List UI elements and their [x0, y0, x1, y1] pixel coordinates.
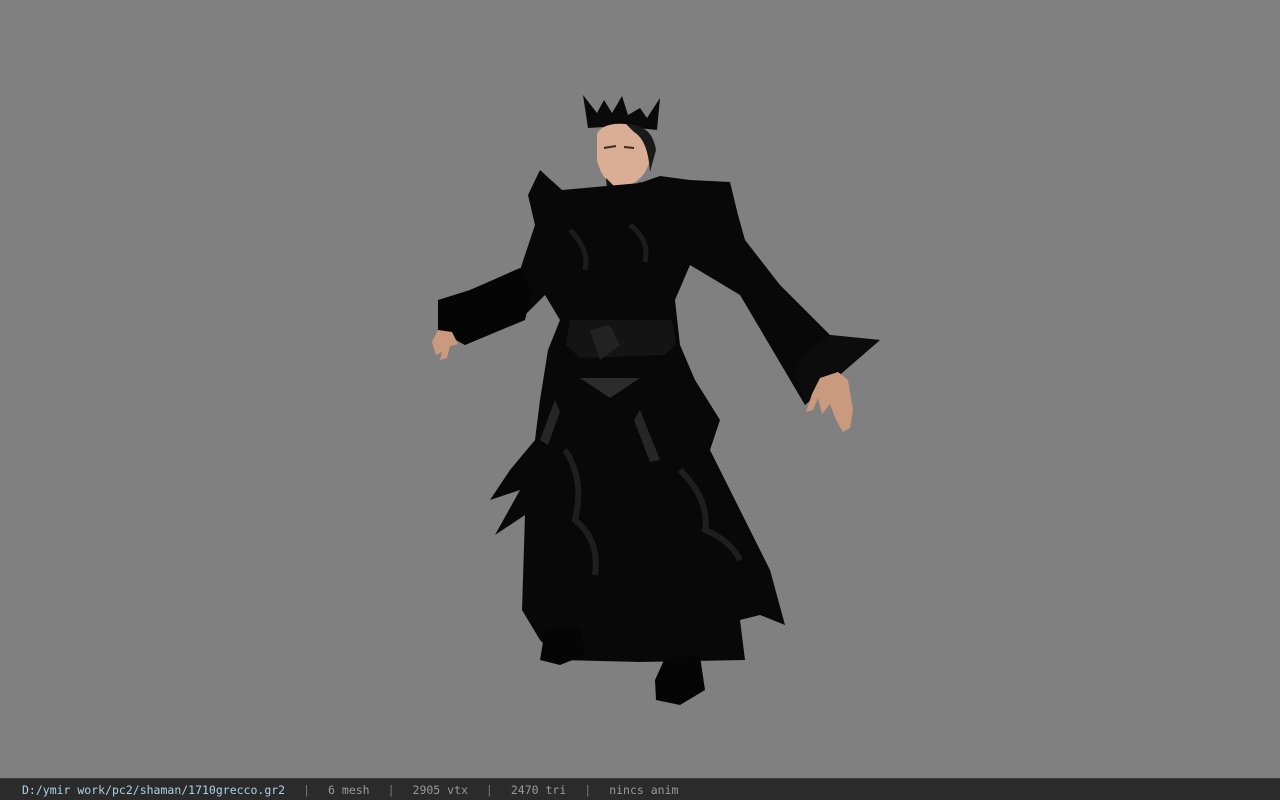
- robe: [438, 170, 880, 662]
- triangle-count: 2470 tri: [510, 782, 567, 797]
- separator: |: [584, 782, 592, 797]
- status-bar: D:/ymir work/pc2/shaman/1710grecco.gr2 |…: [0, 778, 1280, 800]
- animation-status: nincs anim: [609, 782, 679, 797]
- separator: |: [485, 782, 493, 797]
- file-path: D:/ymir work/pc2/shaman/1710grecco.gr2: [22, 782, 286, 797]
- right-boot: [655, 656, 705, 705]
- separator: |: [303, 782, 311, 797]
- mesh-count: 6 mesh: [328, 782, 370, 797]
- model-viewport[interactable]: [0, 0, 1280, 778]
- separator: |: [387, 782, 395, 797]
- vertex-count: 2905 vtx: [412, 782, 468, 797]
- character-model: [432, 95, 880, 705]
